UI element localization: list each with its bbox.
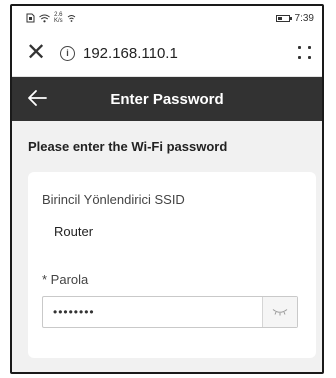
back-arrow-icon[interactable] <box>26 87 48 109</box>
network-speed-unit: K/s <box>54 18 63 24</box>
network-speed: 2.6 K/s <box>54 12 63 24</box>
menu-dots-icon[interactable] <box>298 46 312 60</box>
phone-screen: 2.6 K/s 7:39 ✕ i 192.168.110.1 Enter Pas… <box>10 4 324 374</box>
main-content: Please enter the Wi-Fi password Birincil… <box>12 121 322 372</box>
close-icon[interactable]: ✕ <box>26 41 50 65</box>
toggle-visibility-button[interactable] <box>262 297 297 327</box>
status-icons-left: 2.6 K/s <box>26 12 76 24</box>
app-header: Enter Password <box>12 77 322 121</box>
page-title: Enter Password <box>110 90 224 108</box>
sim-icon <box>26 13 35 23</box>
wifi-password-prompt: Please enter the Wi-Fi password <box>28 139 228 154</box>
wifi-icon <box>39 14 50 22</box>
info-icon[interactable]: i <box>60 45 75 61</box>
battery-icon <box>275 14 292 22</box>
password-label: * Parola <box>42 272 89 287</box>
ssid-value: Router <box>54 224 94 239</box>
password-card: Birincil Yönlendirici SSID Router * Paro… <box>28 172 316 358</box>
status-icons-right: 7:39 <box>275 12 314 24</box>
url-text[interactable]: 192.168.110.1 <box>83 45 298 62</box>
status-bar: 2.6 K/s 7:39 <box>12 6 322 30</box>
password-field <box>42 296 298 328</box>
status-time: 7:39 <box>294 12 314 24</box>
browser-url-bar: ✕ i 192.168.110.1 <box>12 30 322 77</box>
hotspot-icon <box>67 14 75 22</box>
password-input[interactable] <box>43 297 262 327</box>
ssid-label: Birincil Yönlendirici SSID <box>42 192 185 207</box>
eye-closed-icon <box>272 309 288 316</box>
